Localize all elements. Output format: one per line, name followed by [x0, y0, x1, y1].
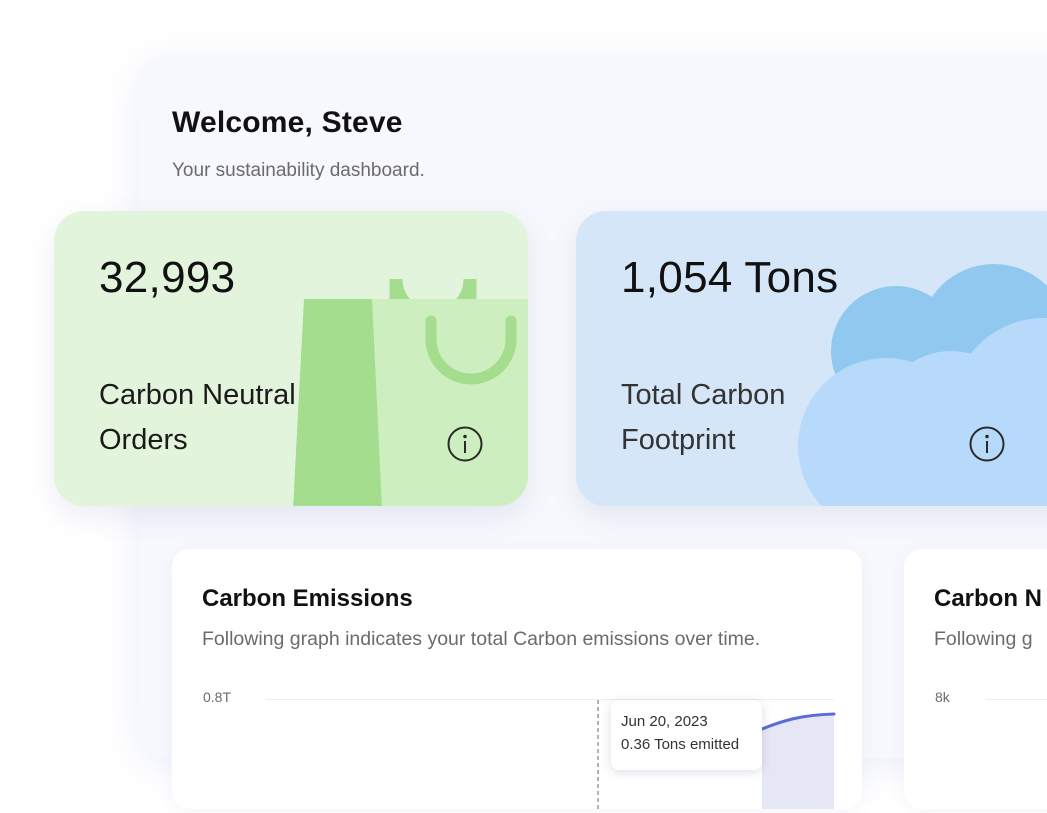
chart-title: Carbon N: [934, 585, 1042, 612]
stat-label-line: Footprint: [621, 424, 736, 456]
chart-card-carbon-emissions: Carbon Emissions Following graph indicat…: [172, 549, 862, 809]
grid-line: [986, 699, 1047, 700]
info-icon[interactable]: [968, 425, 1006, 463]
stat-card-carbon-neutral-orders[interactable]: 32,993 Carbon Neutral Orders: [54, 211, 528, 506]
stat-value: 32,993: [99, 253, 236, 302]
chart-tooltip: Jun 20, 2023 0.36 Tons emitted: [611, 700, 762, 770]
page-subtitle: Your sustainability dashboard.: [172, 160, 425, 181]
stat-value: 1,054 Tons: [621, 253, 839, 302]
chart-card-secondary: Carbon N Following g 8k: [904, 549, 1047, 809]
y-axis-tick-label: 8k: [935, 689, 950, 705]
tooltip-value: 0.36 Tons emitted: [621, 736, 740, 753]
stat-label-line: Total Carbon: [621, 379, 786, 411]
info-icon[interactable]: [446, 425, 484, 463]
stat-label: Carbon Neutral Orders: [99, 373, 359, 463]
tooltip-date: Jun 20, 2023: [621, 713, 708, 730]
stat-label-line: Carbon Neutral: [99, 379, 296, 411]
chart-description: Following g: [934, 628, 1033, 650]
stat-label: Total Carbon Footprint: [621, 373, 881, 463]
emissions-area: [762, 714, 834, 809]
emissions-chart-plot[interactable]: [172, 549, 862, 809]
stat-label-line: Orders: [99, 424, 188, 456]
dashboard-stage: Welcome, Steve Your sustainability dashb…: [0, 0, 1047, 813]
page-title: Welcome, Steve: [172, 106, 403, 139]
stat-card-total-carbon-footprint[interactable]: 1,054 Tons Total Carbon Footprint: [576, 211, 1047, 506]
